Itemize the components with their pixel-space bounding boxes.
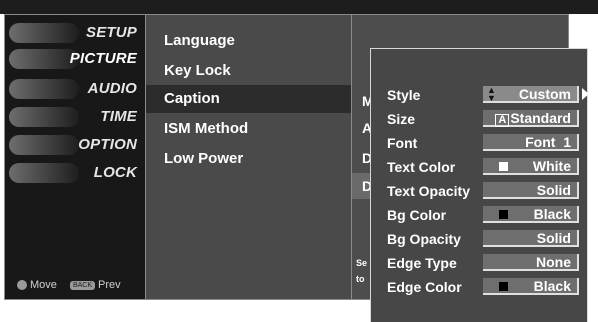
lock-icon <box>9 163 79 183</box>
color-swatch <box>499 282 508 291</box>
category-picture[interactable]: PICTURE <box>9 47 141 71</box>
category-setup[interactable]: SETUP <box>9 21 141 45</box>
bg-color-selector[interactable]: Black <box>483 206 579 223</box>
prev-label: Prev <box>98 279 121 291</box>
text-color-selector[interactable]: White <box>483 158 579 175</box>
setting-value: Solid <box>536 182 571 198</box>
category-lock[interactable]: LOCK <box>9 161 141 185</box>
audio-icon <box>9 79 79 99</box>
caption-settings-popup: Style ▲ ▼ Custom Size A Standard Font Font… <box>370 48 589 322</box>
setting-value: White <box>532 158 571 174</box>
bg-opacity-selector[interactable]: Solid <box>483 230 579 247</box>
back-key-icon: BACK <box>69 280 96 290</box>
menu-item-key-lock[interactable]: Key Lock <box>146 57 351 85</box>
move-icon <box>17 280 27 291</box>
category-label: OPTION <box>78 136 137 153</box>
setup-icon <box>9 23 79 43</box>
up-down-arrows-icon: ▲ ▼ <box>487 85 496 103</box>
size-selector[interactable]: A Standard <box>483 110 579 127</box>
setting-row-style[interactable]: Style ▲ ▼ Custom <box>387 85 589 105</box>
picture-icon <box>9 49 79 69</box>
setting-label: Size <box>387 111 416 127</box>
setting-value: Standard <box>510 110 571 126</box>
caption-note: Se <box>356 258 368 268</box>
edge-type-selector[interactable]: None <box>483 254 579 271</box>
setting-row-edge-color[interactable]: Edge Color Black <box>387 277 582 297</box>
setting-label: Bg Opacity <box>387 231 461 247</box>
style-selector[interactable]: ▲ ▼ Custom <box>483 86 579 103</box>
setting-value: None <box>536 254 571 270</box>
color-swatch <box>499 162 508 171</box>
setting-label: Text Opacity <box>387 183 470 199</box>
time-icon <box>9 107 79 127</box>
option-icon <box>9 135 79 155</box>
category-label: SETUP <box>85 24 137 41</box>
category-label: LOCK <box>93 164 137 181</box>
setting-label: Style <box>387 87 421 103</box>
setting-row-text-color[interactable]: Text Color White <box>387 157 582 177</box>
arrow-right-icon[interactable] <box>582 88 589 100</box>
setting-value: Black <box>533 206 571 222</box>
setting-label: Text Color <box>387 159 456 175</box>
menu-item-ism-method[interactable]: ISM Method <box>146 115 351 143</box>
setting-label: Edge Color <box>387 279 462 295</box>
setting-label: Bg Color <box>387 207 447 223</box>
setting-row-edge-type[interactable]: Edge Type None <box>387 253 582 273</box>
size-icon: A <box>495 114 510 127</box>
top-bar <box>0 0 598 14</box>
setting-row-bg-opacity[interactable]: Bg Opacity Solid <box>387 229 582 249</box>
setting-label: Font <box>387 135 418 151</box>
edge-color-selector[interactable]: Black <box>483 278 579 295</box>
menu-item-language[interactable]: Language <box>146 27 351 55</box>
move-label: Move <box>30 279 57 291</box>
menu-item-low-power[interactable]: Low Power <box>146 145 351 173</box>
caption-note: to <box>356 274 365 284</box>
category-sidebar: SETUP PICTURE AUDIO TIME OPTION LOCK Mov… <box>4 14 146 300</box>
setting-row-size[interactable]: Size A Standard <box>387 109 582 129</box>
setting-row-text-opacity[interactable]: Text Opacity Solid <box>387 181 582 201</box>
text-opacity-selector[interactable]: Solid <box>483 182 579 199</box>
setting-row-font[interactable]: Font Font 1 <box>387 133 582 153</box>
menu-item-caption[interactable]: Caption <box>146 85 351 113</box>
setting-row-bg-color[interactable]: Bg Color Black <box>387 205 582 225</box>
navigation-hint: Move BACK Prev <box>17 279 121 291</box>
category-audio[interactable]: AUDIO <box>9 77 141 101</box>
category-label: PICTURE <box>69 50 137 67</box>
font-selector[interactable]: Font 1 <box>483 134 579 151</box>
category-label: TIME <box>100 108 137 125</box>
category-time[interactable]: TIME <box>9 105 141 129</box>
setting-value: Solid <box>536 230 571 246</box>
setting-label: Edge Type <box>387 255 457 271</box>
setting-value: Black <box>533 278 571 294</box>
option-menu: Language Key Lock Caption ISM Method Low… <box>146 14 351 300</box>
setting-value: Font 1 <box>525 134 571 150</box>
setting-value: Custom <box>518 86 571 102</box>
category-option[interactable]: OPTION <box>9 133 141 157</box>
color-swatch <box>499 210 508 219</box>
category-label: AUDIO <box>87 80 137 97</box>
